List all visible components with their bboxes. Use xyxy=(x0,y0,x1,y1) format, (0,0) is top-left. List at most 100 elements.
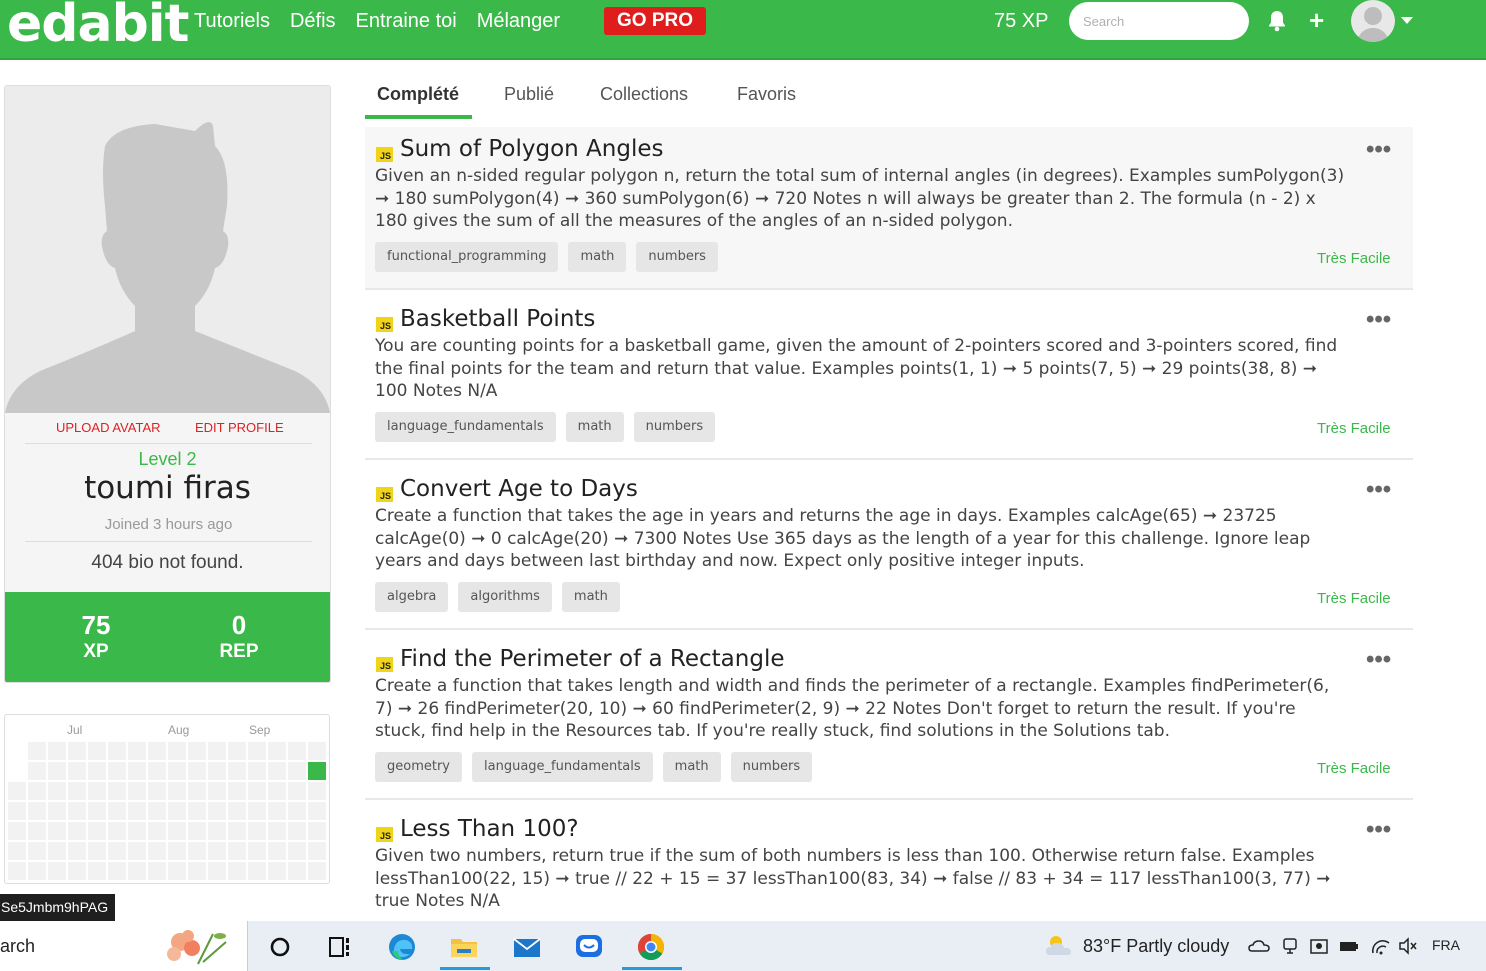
activity-cell[interactable] xyxy=(68,822,86,840)
tab-complete[interactable]: Complété xyxy=(377,84,459,105)
activity-cell[interactable] xyxy=(248,782,266,800)
chat-app-icon[interactable] xyxy=(573,931,605,963)
task-view-icon[interactable] xyxy=(326,931,358,963)
activity-cell[interactable] xyxy=(208,762,226,780)
activity-cell[interactable] xyxy=(48,782,66,800)
activity-cell[interactable] xyxy=(188,762,206,780)
activity-cell[interactable] xyxy=(288,822,306,840)
taskbar-search[interactable]: arch xyxy=(0,921,248,971)
bell-icon[interactable] xyxy=(1267,10,1287,32)
activity-cell[interactable] xyxy=(188,742,206,760)
activity-cell[interactable] xyxy=(88,862,106,880)
activity-cell[interactable] xyxy=(108,782,126,800)
tag[interactable]: language_fundamentals xyxy=(472,752,653,782)
tag[interactable]: math xyxy=(561,582,620,612)
activity-cell[interactable] xyxy=(308,862,326,880)
tab-publie[interactable]: Publié xyxy=(504,84,554,105)
activity-cell[interactable] xyxy=(228,862,246,880)
activity-cell[interactable] xyxy=(188,822,206,840)
activity-cell[interactable] xyxy=(8,842,26,860)
chevron-down-icon[interactable] xyxy=(1401,17,1413,24)
activity-cell[interactable] xyxy=(68,762,86,780)
onedrive-icon[interactable] xyxy=(1248,935,1270,957)
activity-cell[interactable] xyxy=(268,822,286,840)
challenge-card[interactable]: JS Convert Age to Days ••• Create a func… xyxy=(365,467,1413,630)
meet-now-icon[interactable] xyxy=(1279,935,1301,957)
activity-cell[interactable] xyxy=(208,742,226,760)
activity-cell[interactable] xyxy=(108,822,126,840)
activity-cell[interactable] xyxy=(248,762,266,780)
search-input[interactable] xyxy=(1069,2,1249,40)
activity-cell[interactable] xyxy=(168,782,186,800)
tag[interactable]: math xyxy=(568,242,627,272)
tab-favoris[interactable]: Favoris xyxy=(737,84,796,105)
edge-icon[interactable] xyxy=(386,931,418,963)
weather-text[interactable]: 83°F Partly cloudy xyxy=(1083,936,1229,957)
activity-cell[interactable] xyxy=(68,842,86,860)
cortana-icon[interactable] xyxy=(266,931,298,963)
activity-cell[interactable] xyxy=(168,762,186,780)
nav-link-melanger[interactable]: Mélanger xyxy=(477,10,560,33)
more-options-icon[interactable]: ••• xyxy=(1366,648,1391,672)
tag[interactable]: numbers xyxy=(633,412,716,442)
activity-cell[interactable] xyxy=(288,762,306,780)
activity-cell[interactable] xyxy=(148,742,166,760)
activity-cell[interactable] xyxy=(168,862,186,880)
activity-cell[interactable] xyxy=(168,742,186,760)
activity-cell[interactable] xyxy=(208,822,226,840)
activity-cell[interactable] xyxy=(148,822,166,840)
activity-cell[interactable] xyxy=(148,862,166,880)
activity-cell[interactable] xyxy=(248,842,266,860)
activity-cell[interactable] xyxy=(128,742,146,760)
activity-cell[interactable] xyxy=(28,742,46,760)
activity-cell[interactable] xyxy=(288,842,306,860)
activity-cell[interactable] xyxy=(88,782,106,800)
activity-cell[interactable] xyxy=(48,742,66,760)
activity-cell[interactable] xyxy=(88,842,106,860)
challenge-title[interactable]: Less Than 100? xyxy=(400,816,579,842)
activity-cell[interactable] xyxy=(8,862,26,880)
challenge-card[interactable]: JS Basketball Points ••• You are countin… xyxy=(365,297,1413,460)
tab-collections[interactable]: Collections xyxy=(600,84,688,105)
chrome-icon[interactable] xyxy=(635,931,667,963)
activity-cell[interactable] xyxy=(48,822,66,840)
activity-cell[interactable] xyxy=(68,862,86,880)
input-language[interactable]: FRA xyxy=(1432,937,1460,953)
activity-cell[interactable] xyxy=(268,742,286,760)
notification-badge-icon[interactable] xyxy=(1308,935,1330,957)
activity-cell[interactable] xyxy=(248,802,266,820)
activity-cell[interactable] xyxy=(288,742,306,760)
activity-cell[interactable] xyxy=(88,822,106,840)
nav-link-entraine-toi[interactable]: Entraine toi xyxy=(356,10,457,33)
nav-link-tutoriels[interactable]: Tutoriels xyxy=(194,10,270,33)
activity-cell[interactable] xyxy=(168,822,186,840)
activity-cell[interactable] xyxy=(228,742,246,760)
activity-cell[interactable] xyxy=(268,782,286,800)
plus-icon[interactable]: + xyxy=(1309,7,1324,33)
activity-cell[interactable] xyxy=(268,862,286,880)
activity-cell[interactable] xyxy=(308,822,326,840)
activity-cell[interactable] xyxy=(28,782,46,800)
activity-cell[interactable] xyxy=(188,802,206,820)
activity-cell[interactable] xyxy=(288,862,306,880)
activity-cell[interactable] xyxy=(248,822,266,840)
edit-profile-link[interactable]: EDIT PROFILE xyxy=(195,420,284,435)
battery-icon[interactable] xyxy=(1338,935,1360,957)
activity-cell[interactable] xyxy=(128,842,146,860)
tag[interactable]: math xyxy=(662,752,721,782)
challenge-title[interactable]: Sum of Polygon Angles xyxy=(400,136,664,162)
activity-cell[interactable] xyxy=(228,822,246,840)
activity-cell[interactable] xyxy=(308,762,326,780)
activity-cell[interactable] xyxy=(228,842,246,860)
challenge-card[interactable]: JS Find the Perimeter of a Rectangle •••… xyxy=(365,637,1413,800)
more-options-icon[interactable]: ••• xyxy=(1366,138,1391,162)
activity-cell[interactable] xyxy=(128,862,146,880)
activity-cell[interactable] xyxy=(268,842,286,860)
activity-cell[interactable] xyxy=(68,802,86,820)
activity-cell[interactable] xyxy=(48,802,66,820)
challenge-card[interactable]: JS Less Than 100? ••• Given two numbers,… xyxy=(365,807,1413,921)
activity-cell[interactable] xyxy=(168,842,186,860)
more-options-icon[interactable]: ••• xyxy=(1366,308,1391,332)
activity-cell[interactable] xyxy=(148,802,166,820)
tag[interactable]: language_fundamentals xyxy=(375,412,556,442)
